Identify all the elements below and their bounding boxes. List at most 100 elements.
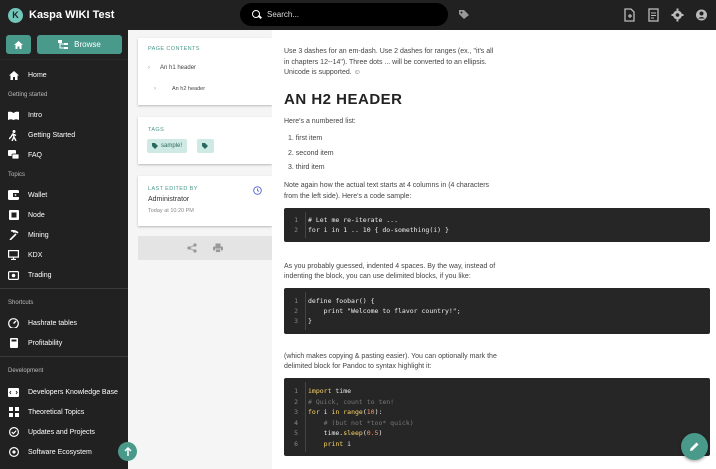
- edit-timestamp: Today at 10:20 PM: [148, 208, 194, 214]
- tag-icon: [152, 143, 158, 149]
- section-getting-started: Getting started: [8, 92, 48, 98]
- code-line: 2 print "Welcome to flavor country!";: [294, 307, 461, 315]
- author-name[interactable]: Administrator: [148, 196, 189, 203]
- sidebar-item-label: KDX: [28, 251, 43, 259]
- paragraph: Use 3 dashes for an em-dash. Use 2 dashe…: [284, 48, 494, 55]
- main-content: Use 3 dashes for an em-dash. Use 2 dashe…: [272, 30, 716, 469]
- wallet-icon: [8, 190, 19, 201]
- tag-chip-more[interactable]: [197, 139, 214, 153]
- code-block[interactable]: 1 define foobar() { 2 print "Welcome to f…: [284, 288, 710, 334]
- sidebar-item-node[interactable]: Node: [0, 207, 128, 223]
- check-circle-icon: [8, 427, 19, 438]
- apps-icon: [8, 447, 19, 458]
- sidebar-item-label: Intro: [28, 111, 43, 119]
- arrow-up-icon: [123, 447, 132, 456]
- sidebar-item-intro[interactable]: Intro: [0, 107, 128, 123]
- kaspa-logo-icon[interactable]: K: [8, 7, 23, 23]
- share-icon[interactable]: [187, 243, 197, 253]
- sidebar-item-getting-started[interactable]: Getting Started: [0, 127, 128, 143]
- sidebar-item-label: Hashrate tables: [28, 319, 78, 327]
- sidebar-item-mining[interactable]: Mining: [0, 227, 128, 243]
- list-item: 1. first item: [288, 135, 323, 142]
- code-line: 2 # Quick, count to ten!: [294, 398, 395, 406]
- pages-list-icon[interactable]: [647, 8, 660, 22]
- browse-button[interactable]: Browse: [37, 35, 122, 54]
- sidebar-item-wallet[interactable]: Wallet: [0, 187, 128, 203]
- paragraph: delimited block for Pandoc to syntax hig…: [284, 363, 432, 370]
- paragraph: Note again how the actual text starts at…: [284, 182, 490, 189]
- home-button[interactable]: [6, 35, 31, 54]
- code-line: 6 print i: [294, 440, 352, 448]
- network-icon: [8, 407, 19, 418]
- code-line: 4 # (but not *too* quick): [294, 419, 414, 427]
- search-icon: [252, 10, 261, 19]
- account-icon[interactable]: [695, 8, 708, 22]
- code-block[interactable]: 1 # Let me re-iterate ... 2 for i in 1 .. …: [284, 208, 710, 242]
- code-line: 1 # Let me re-iterate ...: [294, 216, 399, 224]
- section-shortcuts: Shortcuts: [8, 300, 34, 306]
- book-open-icon: [8, 110, 19, 121]
- new-page-icon[interactable]: [623, 8, 636, 22]
- paragraph: indenting the block, you can use delimit…: [284, 273, 471, 280]
- paragraph: from the left side). Here's a code sampl…: [284, 193, 412, 200]
- last-edited-label: LAST EDITED BY: [148, 186, 198, 192]
- sidebar-header: Browse: [0, 30, 128, 60]
- sidebar-item-label: Home: [28, 71, 47, 79]
- edit-page-button[interactable]: [681, 433, 708, 460]
- sidebar-item-updates[interactable]: Updates and Projects: [0, 424, 128, 440]
- code-line: 1 define foobar() {: [294, 297, 375, 305]
- sidebar-item-label: Node: [28, 211, 45, 219]
- sidebar-item-kdx[interactable]: KDX: [0, 247, 128, 263]
- sidebar-item-theoretical[interactable]: Theoretical Topics: [0, 404, 128, 420]
- sidebar-item-software[interactable]: Software Ecosystem: [0, 444, 128, 460]
- paragraph: Unicode is supported. ☺: [284, 69, 361, 76]
- sidebar-item-hashrate[interactable]: Hashrate tables: [0, 315, 128, 331]
- sidebar-item-label: Trading: [28, 271, 52, 279]
- code-block[interactable]: 1 import time 2 # Quick, count to ten! 3 fo…: [284, 378, 710, 456]
- exchange-icon: [8, 270, 19, 281]
- home-icon: [8, 70, 19, 81]
- sidebar-item-label: Profitability: [28, 339, 63, 347]
- sidebar-item-label: Getting Started: [28, 131, 76, 139]
- sidebar-item-label: Theoretical Topics: [28, 408, 85, 416]
- monitor-icon: [8, 250, 19, 261]
- sidebar-item-label: Software Ecosystem: [28, 448, 92, 456]
- history-icon[interactable]: [253, 186, 262, 195]
- h2-header: AN H2 HEADER: [284, 91, 403, 108]
- sidebar-item-label: Wallet: [28, 191, 48, 199]
- tags-card: TAGS sample!: [138, 117, 272, 164]
- code-line: 1 import time: [294, 387, 352, 395]
- tags-icon: [202, 143, 208, 149]
- tag-chip[interactable]: sample!: [147, 139, 188, 153]
- scroll-to-top-button[interactable]: [118, 442, 137, 461]
- site-title[interactable]: Kaspa WIKI Test: [29, 9, 114, 21]
- sidebar-item-home[interactable]: Home: [0, 67, 128, 83]
- sidebar-divider: [0, 288, 128, 289]
- list-item: 3. third item: [288, 164, 325, 171]
- toc-item-h2[interactable]: An h2 header: [172, 86, 205, 92]
- calculator-icon: [8, 338, 19, 349]
- sidebar-item-label: Updates and Projects: [28, 428, 95, 436]
- gauge-icon: [8, 318, 19, 329]
- chevron-right-icon: ›: [148, 65, 150, 71]
- list-item: 2. second item: [288, 150, 334, 157]
- tags-label: TAGS: [148, 127, 165, 133]
- walking-icon: [8, 129, 19, 141]
- sidebar-item-dev-kb[interactable]: Developers Knowledge Base: [0, 384, 128, 400]
- sidebar-item-trading[interactable]: Trading: [0, 267, 128, 283]
- sidebar-divider: [0, 356, 128, 357]
- sidebar-item-faq[interactable]: FAQ: [0, 147, 128, 163]
- section-development: Development: [8, 368, 44, 374]
- search-input[interactable]: [267, 10, 437, 19]
- search-box[interactable]: [240, 3, 448, 26]
- settings-icon[interactable]: [671, 8, 684, 22]
- toc-item-h1[interactable]: An h1 header: [160, 65, 196, 71]
- browse-label: Browse: [74, 40, 101, 49]
- code-line: 5 time.sleep(0.5): [294, 429, 383, 437]
- tags-icon[interactable]: [458, 9, 470, 20]
- code-line: 3 for i in range(10):: [294, 408, 383, 416]
- sidebar-item-profitability[interactable]: Profitability: [0, 335, 128, 351]
- tag-label: sample!: [161, 143, 183, 149]
- print-icon[interactable]: [213, 243, 223, 253]
- last-edited-card: LAST EDITED BY Administrator Today at 10…: [138, 176, 272, 226]
